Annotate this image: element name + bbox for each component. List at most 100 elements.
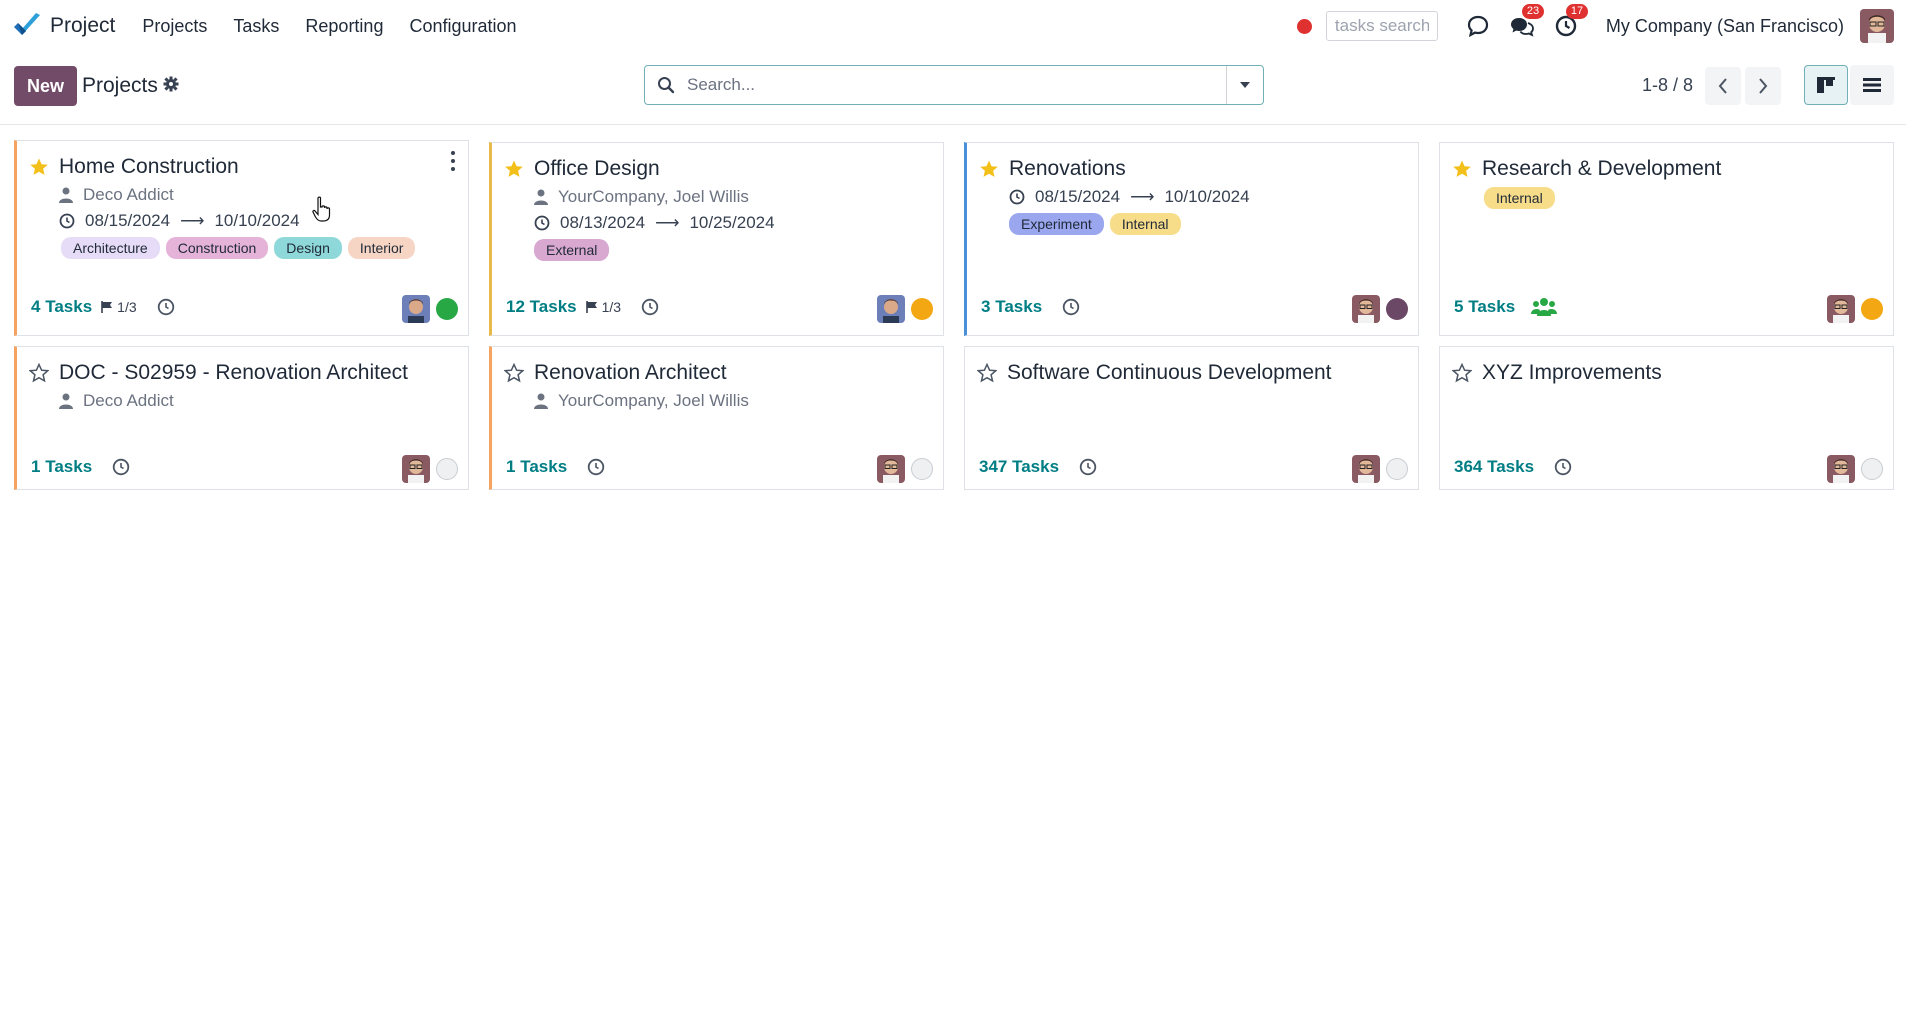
star-filled-icon[interactable]: [979, 159, 999, 179]
tasks-count-link[interactable]: 4 Tasks: [31, 297, 92, 317]
activity-clock-button[interactable]: [1079, 458, 1097, 476]
tag: Interior: [347, 237, 416, 259]
project-card-renovations[interactable]: Renovations 08/15/2024 ⟶ 10/10/2024 Expe…: [964, 142, 1419, 336]
tasks-count: 1: [506, 457, 516, 476]
avatar[interactable]: [1827, 295, 1855, 323]
tasks-count-link[interactable]: 12 Tasks: [506, 297, 577, 317]
tasks-word: Tasks: [995, 297, 1043, 316]
date-range: 08/15/2024 ⟶ 10/10/2024: [1009, 187, 1250, 207]
card-footer-right: [402, 295, 458, 323]
card-menu-button[interactable]: [448, 151, 458, 171]
user-avatar[interactable]: [1860, 9, 1894, 43]
activity-clock-button[interactable]: [157, 298, 175, 316]
avatar[interactable]: [877, 295, 905, 323]
pager-value[interactable]: 1-8 / 8: [1642, 75, 1693, 96]
company-switcher[interactable]: My Company (San Francisco): [1606, 16, 1844, 37]
tag-list: Experiment Internal: [1009, 213, 1187, 235]
star-filled-icon[interactable]: [1452, 159, 1472, 179]
star-outline-icon[interactable]: [977, 363, 997, 383]
tasks-search-input[interactable]: [1325, 11, 1438, 41]
tasks-count: 12: [506, 297, 525, 316]
customer-line: Deco Addict: [59, 391, 174, 411]
avatar[interactable]: [1352, 455, 1380, 483]
caret-down-icon: [1240, 82, 1250, 88]
project-title: Office Design: [534, 157, 660, 180]
menu-configuration[interactable]: Configuration: [396, 16, 529, 37]
messages-icon[interactable]: 23: [1508, 4, 1545, 40]
status-indicator[interactable]: [1861, 458, 1883, 480]
menu-tasks[interactable]: Tasks: [220, 16, 292, 37]
tasks-count-link[interactable]: 1 Tasks: [506, 457, 567, 477]
activity-clock-button[interactable]: [587, 458, 605, 476]
discuss-icon[interactable]: [1464, 12, 1492, 40]
flag-icon: [585, 301, 597, 313]
status-indicator[interactable]: [911, 458, 933, 480]
tag: External: [534, 239, 610, 261]
flag-icon: [101, 301, 113, 313]
new-button[interactable]: New: [14, 66, 78, 106]
tasks-count: 1: [31, 457, 41, 476]
star-outline-icon[interactable]: [1452, 363, 1472, 383]
status-indicator[interactable]: [1386, 458, 1408, 480]
user-icon: [534, 393, 548, 409]
project-card-research-development[interactable]: Research & Development Internal 5 Tasks: [1439, 142, 1894, 336]
activity-clock-button[interactable]: [1062, 298, 1080, 316]
pager-previous-button[interactable]: [1705, 67, 1741, 105]
list-view-icon: [1863, 78, 1881, 92]
avatar[interactable]: [402, 295, 430, 323]
project-card-home-construction[interactable]: Home Construction Deco Addict 08/15/2024…: [14, 140, 469, 336]
star-filled-icon[interactable]: [504, 159, 524, 179]
tasks-count: 364: [1454, 457, 1483, 476]
tasks-word: Tasks: [1468, 297, 1516, 316]
clock-icon: [157, 298, 174, 316]
app-brand[interactable]: Project: [12, 11, 115, 41]
search-input[interactable]: [685, 74, 1209, 96]
milestone-progress: 1/3: [585, 299, 621, 315]
tag: Construction: [165, 237, 269, 259]
avatar[interactable]: [1352, 295, 1380, 323]
activity-clock-button[interactable]: [641, 298, 659, 316]
search-options-toggle[interactable]: [1226, 66, 1263, 104]
tasks-count-link[interactable]: 3 Tasks: [981, 297, 1042, 317]
activity-clock-button[interactable]: [112, 458, 130, 476]
star-filled-icon[interactable]: [29, 157, 49, 177]
menu-projects[interactable]: Projects: [129, 16, 220, 37]
clock-icon: [1009, 189, 1025, 205]
star-outline-icon[interactable]: [29, 363, 49, 383]
list-view-button[interactable]: [1850, 65, 1894, 105]
star-outline-icon[interactable]: [504, 363, 524, 383]
project-card-xyz-improvements[interactable]: XYZ Improvements 364 Tasks: [1439, 346, 1894, 490]
project-card-doc-s02959[interactable]: DOC - S02959 - Renovation Architect Deco…: [14, 346, 469, 490]
project-card-renovation-architect[interactable]: Renovation Architect YourCompany, Joel W…: [489, 346, 944, 490]
status-indicator[interactable]: [1386, 298, 1408, 320]
chevron-left-icon: [1718, 78, 1727, 94]
tasks-count-link[interactable]: 1 Tasks: [31, 457, 92, 477]
status-indicator[interactable]: [436, 298, 458, 320]
recording-indicator-icon[interactable]: [1296, 18, 1312, 34]
status-indicator[interactable]: [1861, 298, 1883, 320]
status-indicator[interactable]: [436, 458, 458, 480]
gear-icon[interactable]: [163, 76, 179, 92]
pager-next-button[interactable]: [1745, 67, 1781, 105]
customer-line: YourCompany, Joel Willis: [534, 391, 749, 411]
activities-badge: 17: [1565, 4, 1589, 19]
activity-clock-button[interactable]: [1554, 458, 1572, 476]
search-icon: [658, 77, 675, 94]
project-app-icon: [14, 13, 40, 35]
project-title: DOC - S02959 - Renovation Architect: [59, 361, 409, 384]
avatar[interactable]: [402, 455, 430, 483]
avatar[interactable]: [877, 455, 905, 483]
clock-icon: [587, 458, 605, 476]
project-card-software-continuous-development[interactable]: Software Continuous Development 347 Task…: [964, 346, 1419, 490]
tasks-count-link[interactable]: 347 Tasks: [979, 457, 1059, 477]
tasks-count-link[interactable]: 364 Tasks: [1454, 457, 1534, 477]
menu-reporting[interactable]: Reporting: [292, 16, 396, 37]
user-icon: [59, 393, 73, 409]
activities-icon[interactable]: 17: [1552, 4, 1589, 40]
tasks-count-link[interactable]: 5 Tasks: [1454, 297, 1515, 317]
tasks-word: Tasks: [1487, 457, 1535, 476]
kanban-view-button[interactable]: [1804, 65, 1848, 105]
avatar[interactable]: [1827, 455, 1855, 483]
status-indicator[interactable]: [911, 298, 933, 320]
project-card-office-design[interactable]: Office Design YourCompany, Joel Willis 0…: [489, 142, 944, 336]
